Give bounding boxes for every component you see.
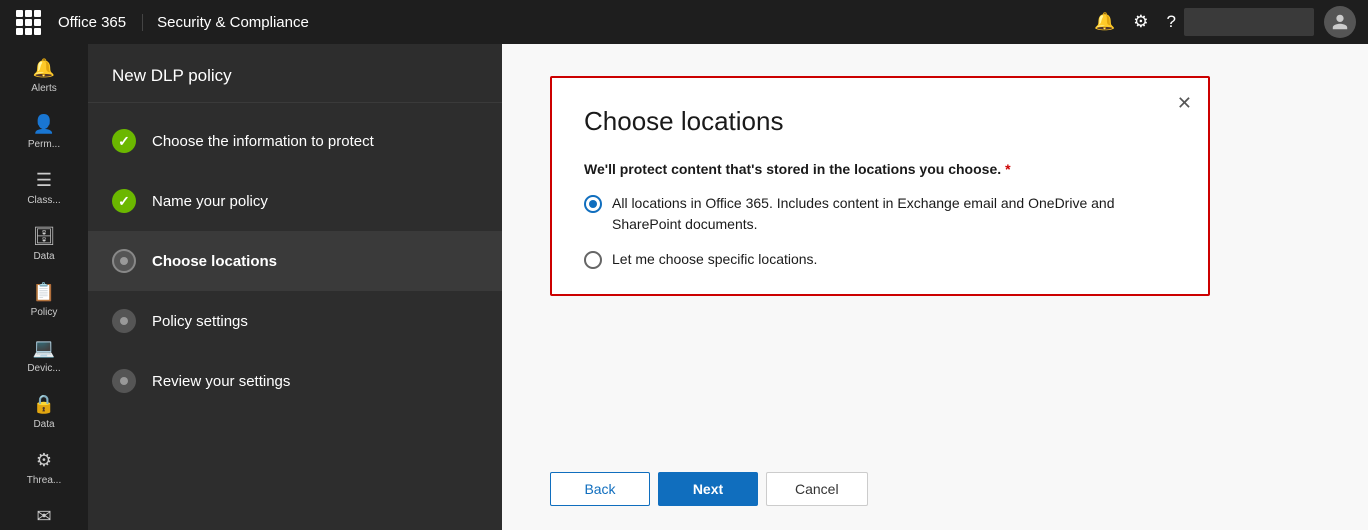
section-name: Security & Compliance xyxy=(157,14,1094,31)
step-indicator-1: ✓ xyxy=(112,129,136,153)
checkmark-icon: ✓ xyxy=(118,133,130,150)
main-layout: 🔔 Alerts 👤 Perm... ☰ Class... 🗄 Data 📋 P… xyxy=(0,44,1368,530)
step-label-4: Policy settings xyxy=(152,313,248,330)
step-label-2: Name your policy xyxy=(152,193,268,210)
waffle-menu[interactable] xyxy=(12,6,44,38)
app-name: Office 365 xyxy=(54,14,143,31)
step-label-1: Choose the information to protect xyxy=(152,133,374,150)
location-options: All locations in Office 365. Includes co… xyxy=(584,193,1176,270)
classifications-icon: ☰ xyxy=(36,170,52,191)
sidebar-label-device: Devic... xyxy=(27,363,60,375)
sidebar-label-policy: Policy xyxy=(31,307,58,319)
radio-option-all-locations[interactable]: All locations in Office 365. Includes co… xyxy=(584,193,1176,235)
permissions-icon: 👤 xyxy=(33,114,55,135)
subtitle-text: We'll protect content that's stored in t… xyxy=(584,161,1001,177)
radio-specific-locations[interactable] xyxy=(584,251,602,269)
help-icon[interactable]: ? xyxy=(1167,12,1176,32)
sidebar-label-data: Data xyxy=(33,251,54,263)
sidebar-item-permissions[interactable]: 👤 Perm... xyxy=(0,104,88,160)
sidebar-item-threat[interactable]: ⚙ Threa... xyxy=(0,440,88,496)
pending-dot-5 xyxy=(120,377,128,385)
content-area: ✕ Choose locations We'll protect content… xyxy=(502,44,1368,530)
alerts-icon: 🔔 xyxy=(33,58,55,79)
sidebar-item-data[interactable]: 🗄 Data xyxy=(0,216,88,272)
step-indicator-3 xyxy=(112,249,136,273)
sidebar-item-data2[interactable]: 🔒 Data xyxy=(0,384,88,440)
sidebar-item-alerts[interactable]: 🔔 Alerts xyxy=(0,48,88,104)
wizard-step-choose-locations[interactable]: Choose locations xyxy=(88,231,502,291)
sidebar-label-classifications: Class... xyxy=(27,195,60,207)
required-marker: * xyxy=(1005,161,1010,177)
step-indicator-2: ✓ xyxy=(112,189,136,213)
wizard-panel: New DLP policy ✓ Choose the information … xyxy=(88,44,502,530)
settings-icon[interactable]: ⚙ xyxy=(1133,12,1148,32)
wizard-steps: ✓ Choose the information to protect ✓ Na… xyxy=(88,103,502,530)
close-button[interactable]: ✕ xyxy=(1177,94,1192,112)
threat-icon: ⚙ xyxy=(36,450,52,471)
topbar: Office 365 Security & Compliance 🔔 ⚙ ? xyxy=(0,0,1368,44)
sidebar-item-device[interactable]: 💻 Devic... xyxy=(0,328,88,384)
sidebar-item-mail[interactable]: ✉ Mail xyxy=(0,496,88,530)
checkmark-icon-2: ✓ xyxy=(118,193,130,210)
mail-icon: ✉ xyxy=(36,506,51,527)
content-inner: ✕ Choose locations We'll protect content… xyxy=(502,44,1368,448)
radio-all-locations[interactable] xyxy=(584,195,602,213)
wizard-step-review-settings[interactable]: Review your settings xyxy=(88,351,502,411)
radio-label-all-locations: All locations in Office 365. Includes co… xyxy=(612,193,1176,235)
wizard-step-policy-settings[interactable]: Policy settings xyxy=(88,291,502,351)
step-label-5: Review your settings xyxy=(152,373,290,390)
next-button[interactable]: Next xyxy=(658,472,758,506)
sidebar-label-data2: Data xyxy=(33,419,54,431)
sidebar: 🔔 Alerts 👤 Perm... ☰ Class... 🗄 Data 📋 P… xyxy=(0,44,88,530)
step-indicator-4 xyxy=(112,309,136,333)
topbar-search[interactable] xyxy=(1184,8,1314,36)
step-label-3: Choose locations xyxy=(152,253,277,270)
sidebar-item-classifications[interactable]: ☰ Class... xyxy=(0,160,88,216)
data2-icon: 🔒 xyxy=(33,394,55,415)
device-icon: 💻 xyxy=(33,338,55,359)
pending-dot-4 xyxy=(120,317,128,325)
back-button[interactable]: Back xyxy=(550,472,650,506)
buttons-row: Back Next Cancel xyxy=(502,448,1368,530)
sidebar-label-alerts: Alerts xyxy=(31,83,57,95)
sidebar-label-threat: Threa... xyxy=(27,475,61,487)
wizard-step-choose-info[interactable]: ✓ Choose the information to protect xyxy=(88,111,502,171)
current-dot xyxy=(120,257,128,265)
policy-icon: 📋 xyxy=(33,282,55,303)
dialog-card: ✕ Choose locations We'll protect content… xyxy=(550,76,1210,296)
radio-label-specific-locations: Let me choose specific locations. xyxy=(612,249,817,270)
step-indicator-5 xyxy=(112,369,136,393)
sidebar-label-permissions: Perm... xyxy=(28,139,60,151)
wizard-title: New DLP policy xyxy=(88,44,502,103)
dialog-subtitle: We'll protect content that's stored in t… xyxy=(584,161,1176,177)
dialog-title: Choose locations xyxy=(584,106,1176,137)
data-icon: 🗄 xyxy=(33,226,56,247)
radio-option-specific-locations[interactable]: Let me choose specific locations. xyxy=(584,249,1176,270)
user-avatar[interactable] xyxy=(1324,6,1356,38)
notifications-icon[interactable]: 🔔 xyxy=(1094,12,1115,32)
cancel-button[interactable]: Cancel xyxy=(766,472,868,506)
sidebar-item-policy[interactable]: 📋 Policy xyxy=(0,272,88,328)
topbar-actions: 🔔 ⚙ ? xyxy=(1094,12,1176,32)
wizard-step-name-policy[interactable]: ✓ Name your policy xyxy=(88,171,502,231)
